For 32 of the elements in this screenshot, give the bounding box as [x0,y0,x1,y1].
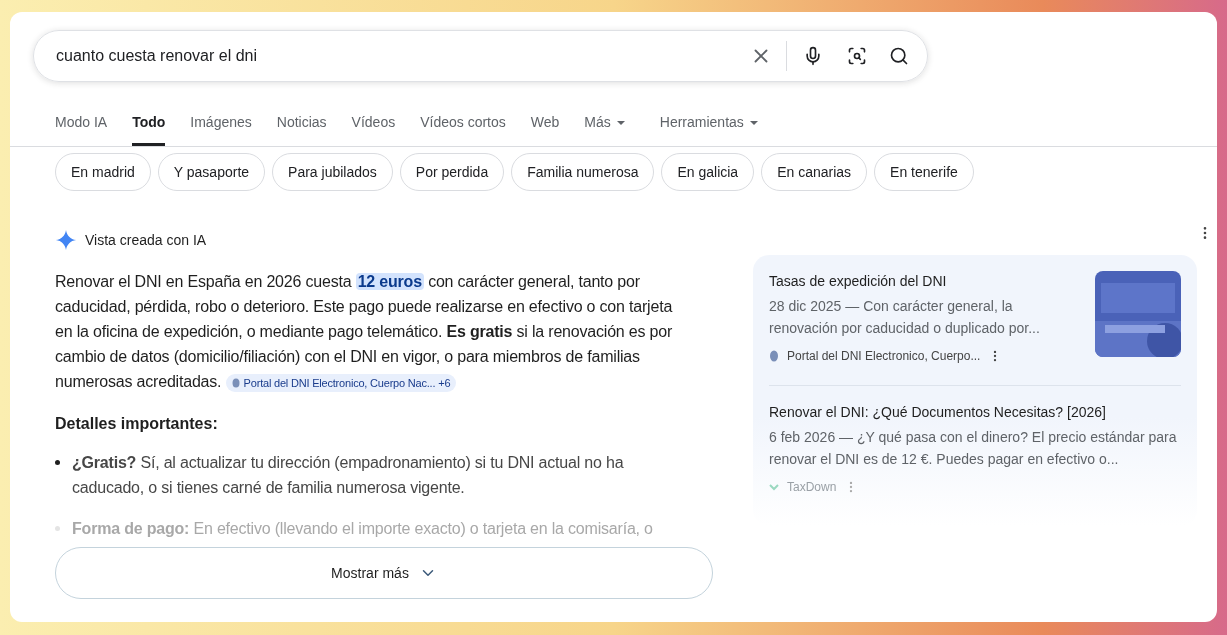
search-input[interactable]: cuanto cuesta renovar el dni [56,44,736,68]
overview-paragraph: Renovar el DNI en España en 2026 cuesta 12 euros con carácter general, tanto por caducidad, pérdida, robo o deterioro. Este pago puede realizarse en efectivo o con tarjeta en la oficina de expedición, o mediante pago telemático. Es gratis si la renovación es por cambio de datos (domicilio/filiación) con el DNI en vigor, o para miembros de familias numerosas acreditadas. Portal del DNI Electronico, Cuerpo Nac... +6 [55,272,674,394]
dropdown-icon [616,120,625,125]
source-snippet: 28 dic 2025 — Con carácter general, la renovación por caducidad o duplicado por... [769,297,1041,338]
source-snippet: 6 feb 2026 — ¿Y qué pasa con el dinero? El precio estándar para renovar el DNI es de 12 €. Puedes pagar en efectivo o... [769,428,1178,469]
search-tab[interactable]: Imágenes [190,112,252,146]
camera-icon[interactable] [847,46,867,66]
source-site: Portal del DNI Electronico, Cuerpo... [787,348,981,365]
bullet-text: Forma de pago: En efectivo (llevando el importe exacto) o tarjeta en la comisaría, o [72,519,654,539]
search-tab[interactable]: Vídeos [351,112,396,146]
microphone-icon[interactable] [803,46,823,66]
overview-title: Vista creada con IA [85,230,207,250]
sparkle-icon [55,229,77,251]
search-tab[interactable]: Todo [132,112,166,146]
bullet-text: ¿Gratis? Sí, al actualizar tu dirección (empadronamiento) si tu DNI actual no ha caducado, o si tienes carné de familia numerosa vigente. [72,453,625,498]
search-tab[interactable]: Vídeos cortos [420,112,506,146]
source-title[interactable]: Renovar el DNI: ¿Qué Documentos Necesitas? [2026] [769,402,1181,422]
source-title[interactable]: Tasas de expedición del DNI [769,271,1083,291]
search-tab[interactable]: Web [530,112,560,146]
chevron-logo-icon [769,481,779,493]
show-more-button[interactable]: Mostrar más [55,547,713,599]
search-tab[interactable]: Noticias [276,112,327,146]
source-link[interactable]: Portal del DNI Electronico, Cuerpo Nac... +6 [225,373,457,392]
search-tab[interactable]: Modo IA [55,112,108,146]
search-tab[interactable]: Herramientas [659,112,758,146]
bullet-icon [55,460,60,465]
section-heading: Detalles importantes: [55,414,219,434]
source-site: TaxDown [787,479,837,496]
search-icon[interactable] [889,46,909,66]
dropdown-icon [749,120,758,125]
search-tab[interactable]: Más [584,112,625,146]
bullet-icon [55,526,60,531]
